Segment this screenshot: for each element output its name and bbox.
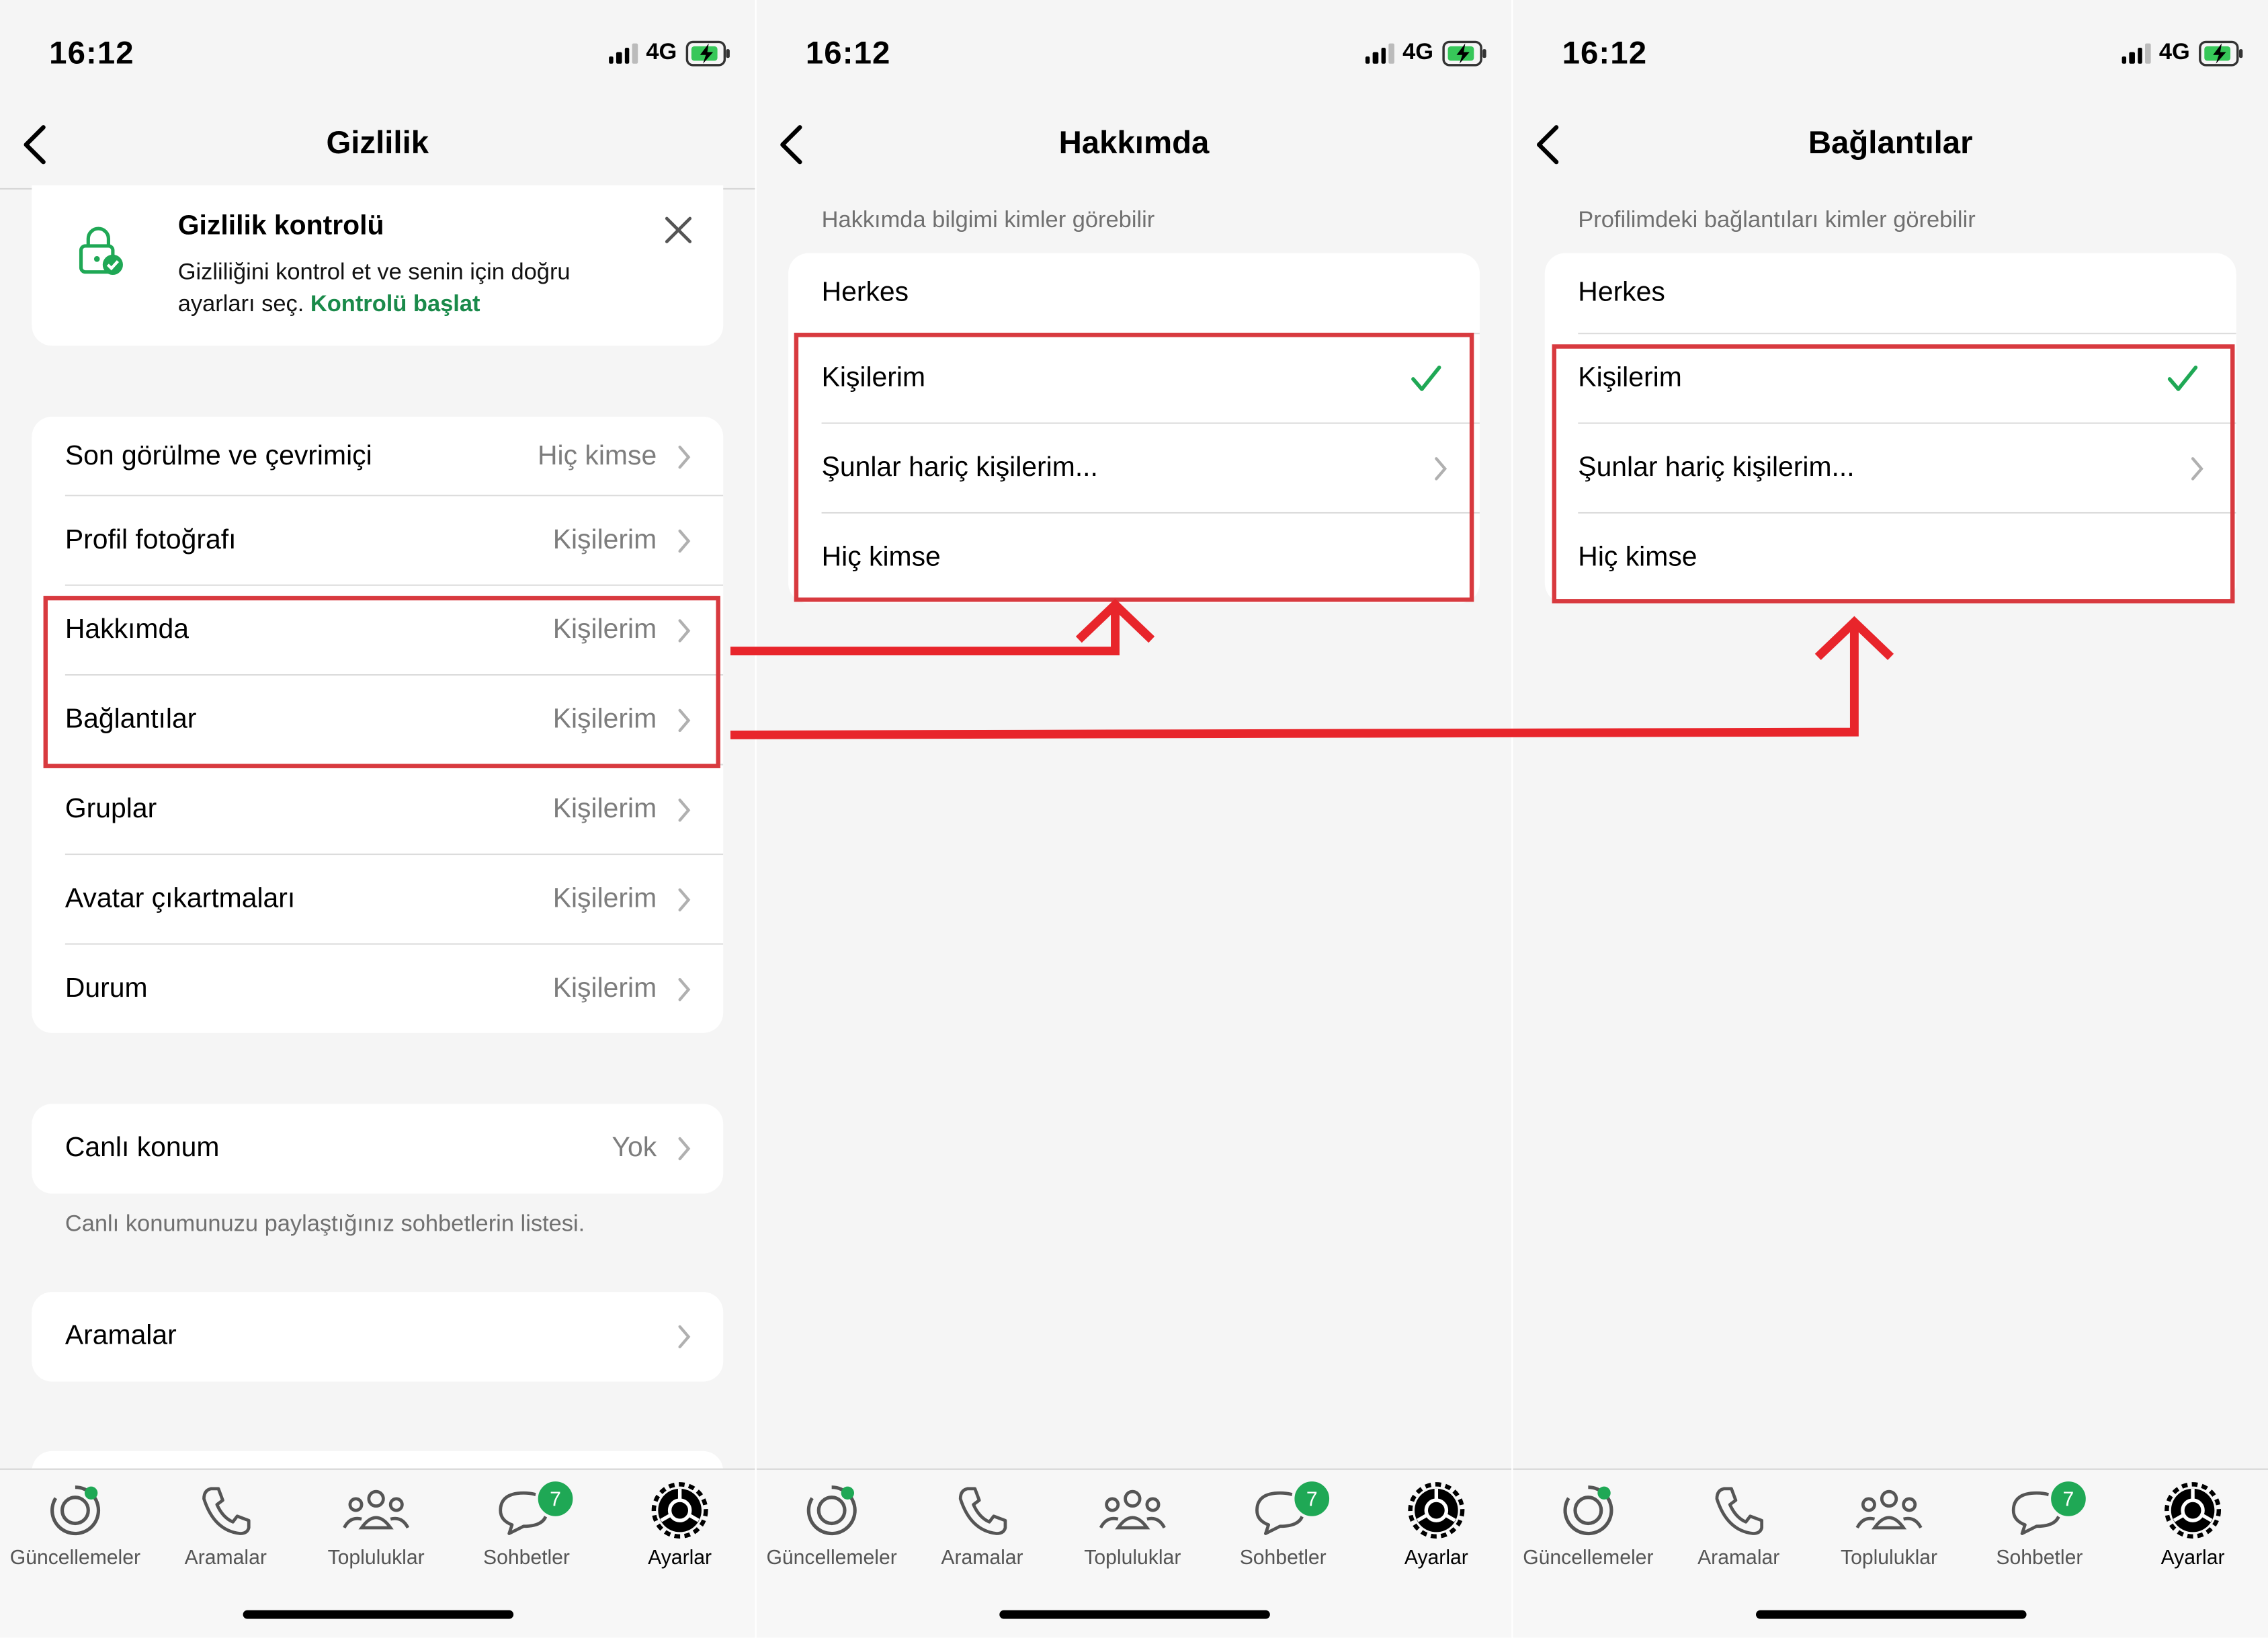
annotation-arrows — [730, 598, 1894, 739]
arrow-links-to-screen3 — [730, 616, 1894, 739]
arrow-about-to-screen2 — [730, 598, 1155, 656]
